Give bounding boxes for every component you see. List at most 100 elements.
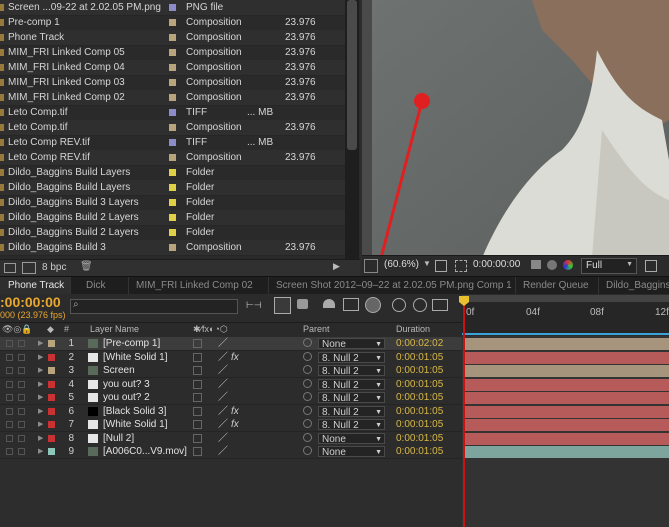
label-swatch[interactable]	[169, 139, 176, 146]
parent-pickwhip-icon[interactable]	[303, 365, 312, 374]
shy-switch[interactable]	[193, 393, 202, 402]
label-swatch[interactable]	[169, 184, 176, 191]
video-toggle[interactable]	[6, 434, 13, 442]
layer-duration[interactable]: 0:00:01:05	[396, 378, 443, 391]
layer-name[interactable]: Screen	[103, 364, 135, 377]
quality-switch-icon[interactable]: ／	[218, 337, 228, 350]
live-update-icon[interactable]	[274, 297, 291, 314]
show-snapshot-icon[interactable]	[547, 260, 557, 270]
work-area-bar[interactable]	[462, 295, 669, 302]
quality-switch-icon[interactable]: ／	[218, 405, 228, 418]
label-swatch[interactable]	[169, 154, 176, 161]
layer-name[interactable]: [Null 2]	[103, 432, 134, 445]
expand-triangle-icon[interactable]: ▶	[38, 391, 43, 404]
layer-row[interactable]: ▶ 9 [A006C0...V9.mov] ／ None ▼ 0:00:01:05	[0, 445, 462, 459]
project-item[interactable]: Leto Comp REV.tif Composition 23.976	[0, 150, 345, 166]
audio-toggle[interactable]	[18, 434, 25, 442]
quality-switch-icon[interactable]: ／	[218, 351, 228, 364]
effect-switch-icon[interactable]: fx	[231, 351, 239, 364]
label-swatch[interactable]	[169, 109, 176, 116]
layer-duration-bar[interactable]	[465, 446, 669, 458]
quality-switch-icon[interactable]: ／	[218, 364, 228, 377]
effect-switch-icon[interactable]: fx	[231, 418, 239, 431]
project-item[interactable]: Dildo_Baggins Build 3 Composition 23.976	[0, 240, 345, 256]
time-ruler[interactable]: 0f 04f 08f 12f	[462, 295, 669, 335]
layer-duration-bar[interactable]	[465, 338, 669, 350]
project-item[interactable]: MIM_FRI Linked Comp 04 Composition 23.976	[0, 60, 345, 76]
project-item[interactable]: Dildo_Baggins Build Layers Folder	[0, 165, 345, 181]
layer-label-swatch[interactable]	[48, 367, 55, 374]
video-toggle[interactable]	[6, 421, 13, 428]
parent-pickwhip-icon[interactable]	[303, 338, 312, 347]
parent-select[interactable]: 8. Null 2 ▼	[318, 365, 385, 377]
layer-name[interactable]: [Pre-comp 1]	[103, 337, 160, 350]
project-item[interactable]: Leto Comp REV.tif TIFF ... MB	[0, 135, 345, 151]
layer-row[interactable]: ▶ 8 [Null 2] ／ None ▼ 0:00:01:05	[0, 431, 462, 446]
trash-icon[interactable]: 🗑	[80, 261, 93, 272]
video-toggle[interactable]	[6, 407, 13, 415]
layer-row[interactable]: ▶ 6 [Black Solid 3] ／ fx 8. Null 2 ▼ 0:00:01:05	[0, 404, 462, 419]
layer-label-swatch[interactable]	[48, 353, 55, 361]
parent-select[interactable]: 8. Null 2 ▼	[318, 419, 385, 431]
layer-duration[interactable]: 0:00:02:02	[396, 337, 443, 350]
layer-label-swatch[interactable]	[48, 434, 55, 442]
effect-switch-icon[interactable]: fx	[231, 405, 239, 418]
label-swatch[interactable]	[169, 34, 176, 41]
tab-5[interactable]: Dildo_Baggins	[598, 277, 669, 295]
audio-toggle[interactable]	[18, 380, 25, 388]
video-toggle[interactable]	[6, 367, 13, 374]
layer-duration-bar[interactable]	[465, 392, 669, 404]
project-item[interactable]: Leto Comp.tif Composition 23.976	[0, 120, 345, 136]
video-toggle[interactable]	[6, 340, 13, 347]
tab-0[interactable]: Phone Track	[0, 277, 71, 295]
shy-switch[interactable]	[193, 352, 202, 362]
expand-triangle-icon[interactable]: ▶	[38, 405, 43, 418]
fit-icon[interactable]	[435, 260, 447, 272]
shy-switch[interactable]	[193, 433, 202, 443]
composition-viewer[interactable]	[362, 0, 669, 258]
label-swatch[interactable]	[169, 79, 176, 86]
audio-toggle[interactable]	[18, 367, 25, 374]
expand-triangle-icon[interactable]: ▶	[38, 337, 43, 350]
parent-pickwhip-icon[interactable]	[303, 432, 312, 442]
auto-keyframe-icon[interactable]	[413, 298, 427, 312]
video-toggle[interactable]	[6, 380, 13, 388]
scroll-right-icon[interactable]: ▶	[333, 261, 340, 272]
layer-duration-bar[interactable]	[465, 365, 669, 377]
layer-duration-bar[interactable]	[465, 405, 669, 418]
expand-triangle-icon[interactable]: ▶	[38, 364, 43, 377]
parent-pickwhip-icon[interactable]	[303, 392, 312, 401]
layer-label-swatch[interactable]	[48, 421, 55, 428]
layer-name[interactable]: you out? 3	[103, 378, 150, 391]
audio-toggle[interactable]	[18, 353, 25, 361]
audio-toggle[interactable]	[18, 421, 25, 428]
zoom-level[interactable]: (60.6%)	[384, 259, 419, 270]
label-swatch[interactable]	[169, 169, 176, 176]
label-swatch[interactable]	[169, 4, 176, 11]
label-swatch[interactable]	[169, 244, 176, 251]
duration-column[interactable]: Duration	[396, 324, 430, 334]
tab-4[interactable]: Render Queue	[515, 277, 599, 295]
tab-1[interactable]: Dick	[78, 277, 129, 295]
project-item[interactable]: Phone Track Composition 23.976	[0, 30, 345, 46]
parent-select[interactable]: None ▼	[318, 338, 385, 350]
number-column[interactable]: #	[64, 324, 69, 334]
layer-duration[interactable]: 0:00:01:05	[396, 351, 443, 364]
label-swatch[interactable]	[169, 19, 176, 26]
parent-select[interactable]: 8. Null 2 ▼	[318, 392, 385, 404]
quality-switch-icon[interactable]: ／	[218, 432, 228, 445]
quality-switch-icon[interactable]: ／	[218, 445, 228, 458]
shy-switch[interactable]	[193, 339, 202, 348]
project-scroll-thumb[interactable]	[347, 0, 357, 150]
resolution-select[interactable]: Full ▼	[581, 258, 637, 274]
motion-blur-icon[interactable]	[365, 297, 381, 313]
video-toggle[interactable]	[6, 448, 13, 455]
layer-row[interactable]: ▶ 1 [Pre-comp 1] ／ None ▼ 0:00:02:02	[0, 337, 462, 351]
graph-editor-icon[interactable]	[432, 299, 448, 311]
parent-pickwhip-icon[interactable]	[303, 405, 312, 415]
current-time-indicator[interactable]	[463, 300, 465, 527]
parent-select[interactable]: 8. Null 2 ▼	[318, 351, 385, 364]
label-swatch[interactable]	[169, 64, 176, 71]
layer-duration-bar[interactable]	[465, 351, 669, 364]
expand-triangle-icon[interactable]: ▶	[38, 351, 43, 364]
